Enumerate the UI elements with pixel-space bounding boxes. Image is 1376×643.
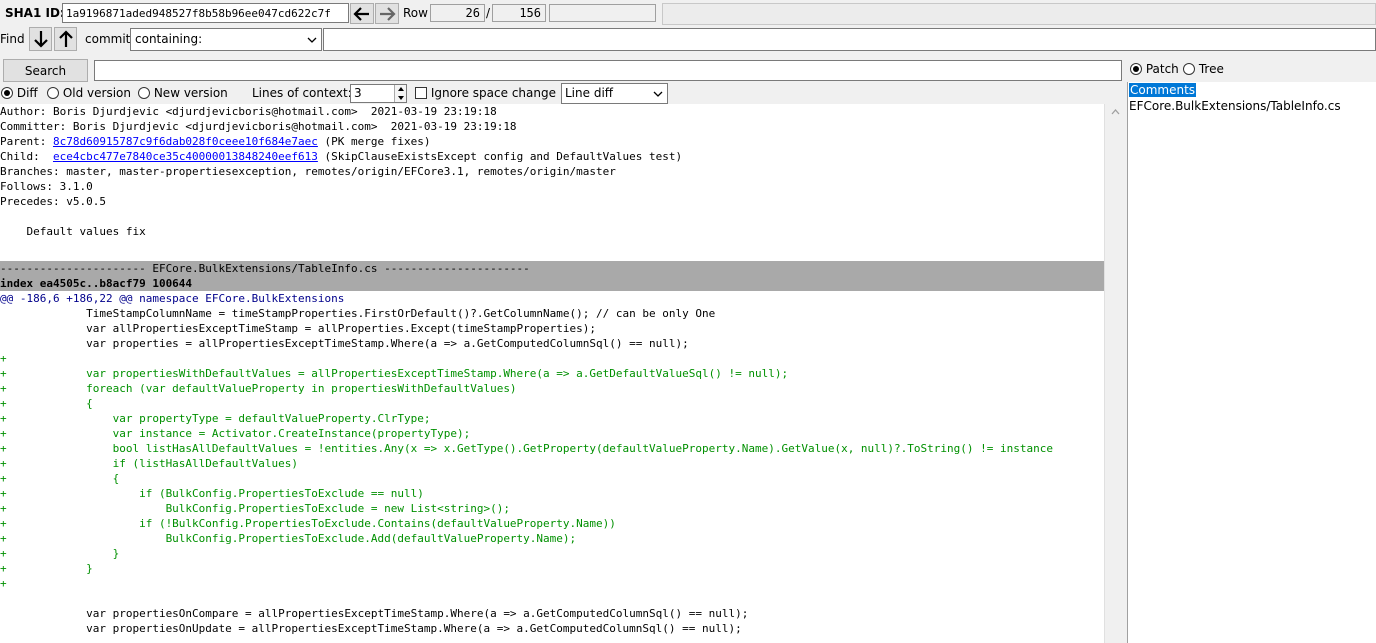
diff-line-added: + if (!BulkConfig.PropertiesToExclude.Co… bbox=[0, 517, 616, 530]
diff-line-context: var properties = allPropertiesExceptTime… bbox=[0, 337, 689, 350]
diff-line-context bbox=[0, 591, 1104, 606]
arrow-left-icon bbox=[353, 6, 369, 21]
file-list[interactable]: Comments EFCore.BulkExtensions/TableInfo… bbox=[1127, 82, 1376, 643]
diff-line-added: + BulkConfig.PropertiesToExclude.Add(def… bbox=[0, 532, 577, 545]
row-current: 26 bbox=[430, 4, 485, 22]
find-type-label: commit bbox=[85, 32, 131, 46]
ignore-space-label: Ignore space change bbox=[430, 86, 556, 100]
back-button[interactable] bbox=[350, 3, 374, 24]
sha1-label: SHA1 ID: bbox=[5, 6, 65, 20]
row-total: 156 bbox=[492, 4, 546, 22]
commit-follows: Follows: 3.1.0 bbox=[0, 180, 93, 193]
spin-buttons[interactable] bbox=[394, 85, 406, 102]
find-next-button[interactable] bbox=[29, 27, 52, 51]
diff-line-added: + } bbox=[0, 562, 93, 575]
top-filler bbox=[662, 3, 1376, 25]
commit-parent: Parent: 8c78d60915787c9f6dab028f0ceee10f… bbox=[0, 134, 1104, 149]
child-message: (SkipClauseExistsExcept config and Defau… bbox=[317, 150, 683, 163]
ignore-space-checkbox[interactable]: Ignore space change bbox=[415, 85, 556, 101]
diff-line-added: + { bbox=[0, 397, 93, 410]
arrow-right-icon bbox=[380, 6, 396, 21]
arrow-up-icon bbox=[58, 30, 73, 47]
diff-line-added: + bbox=[0, 577, 7, 590]
commit-branches: Branches: master, master-propertiesexcep… bbox=[0, 165, 616, 178]
diff-file-header: ---------------------- EFCore.BulkExtens… bbox=[0, 261, 1104, 276]
diff-line-added: + var propertyType = defaultValuePropert… bbox=[0, 412, 431, 425]
find-query-input[interactable] bbox=[323, 28, 1376, 51]
diff-line-added: + if (listHasAllDefaultValues) bbox=[0, 457, 299, 470]
ignore-space-check-indicator bbox=[415, 87, 427, 99]
diff-radio[interactable]: Diff bbox=[1, 85, 38, 101]
old-version-radio-label: Old version bbox=[62, 86, 131, 100]
diff-line-added: + bbox=[0, 352, 7, 365]
commit-committer: Committer: Boris Djurdjevic <djurdjevicb… bbox=[0, 120, 517, 133]
new-version-radio-label: New version bbox=[153, 86, 228, 100]
commit-author: Author: Boris Djurdjevic <djurdjevicbori… bbox=[0, 105, 497, 118]
forward-button[interactable] bbox=[375, 3, 399, 24]
diff-line-context: TimeStampColumnName = timeStampPropertie… bbox=[0, 307, 716, 320]
arrow-down-icon bbox=[33, 31, 48, 48]
diff-line-added: + { bbox=[0, 472, 120, 485]
spin-up-icon bbox=[398, 87, 404, 91]
tree-radio-label: Tree bbox=[1198, 62, 1224, 76]
diff-line-added: + bool listHasAllDefaultValues = !entiti… bbox=[0, 442, 1053, 455]
diff-pane[interactable]: Author: Boris Djurdjevic <djurdjevicbori… bbox=[0, 104, 1104, 643]
diff-line-added: + var instance = Activator.CreateInstanc… bbox=[0, 427, 471, 440]
diff-radio-indicator bbox=[1, 87, 13, 99]
spin-down-icon bbox=[398, 96, 404, 100]
parent-message: (PK merge fixes) bbox=[317, 135, 431, 148]
old-version-radio-indicator bbox=[47, 87, 59, 99]
parent-label: Parent: bbox=[0, 135, 53, 148]
chevron-down-icon bbox=[653, 91, 663, 97]
find-mode-select[interactable]: containing: bbox=[130, 28, 322, 51]
child-label: Child: bbox=[0, 150, 53, 163]
diff-line-added: + BulkConfig.PropertiesToExclude = new L… bbox=[0, 502, 510, 515]
progress-box bbox=[549, 4, 656, 22]
context-value: 3 bbox=[354, 86, 362, 100]
diff-line-added: + } bbox=[0, 547, 120, 560]
patch-radio[interactable]: Patch bbox=[1130, 61, 1179, 77]
context-label: Lines of context: bbox=[252, 86, 352, 100]
tree-radio-indicator bbox=[1183, 63, 1195, 75]
new-version-radio-indicator bbox=[138, 87, 150, 99]
patch-radio-indicator bbox=[1130, 63, 1142, 75]
chevron-down-icon bbox=[307, 37, 317, 43]
file-item-tableinfo[interactable]: EFCore.BulkExtensions/TableInfo.cs bbox=[1129, 98, 1341, 114]
old-version-radio[interactable]: Old version bbox=[47, 85, 131, 101]
row-separator: / bbox=[486, 6, 491, 20]
diff-file-header: index ea4505c..b8acf79 100644 bbox=[0, 276, 1104, 291]
commit-precedes: Precedes: v5.0.5 bbox=[0, 195, 106, 208]
diff-radio-label: Diff bbox=[16, 86, 38, 100]
search-input[interactable] bbox=[94, 60, 1122, 81]
new-version-radio[interactable]: New version bbox=[138, 85, 228, 101]
sha1-input[interactable] bbox=[62, 3, 349, 23]
diff-hunk-header: @@ -186,6 +186,22 @@ namespace EFCore.Bu… bbox=[0, 292, 345, 305]
tree-radio[interactable]: Tree bbox=[1183, 61, 1224, 77]
diff-line-added: + foreach (var defaultValueProperty in p… bbox=[0, 382, 517, 395]
commit-message: Default values fix bbox=[0, 225, 146, 238]
parent-hash-link[interactable]: 8c78d60915787c9f6dab028f0ceee10f684e7aec bbox=[53, 135, 318, 148]
find-prev-button[interactable] bbox=[54, 27, 77, 51]
diff-mode-value: Line diff bbox=[565, 86, 614, 100]
diff-line-context: var propertiesOnUpdate = allPropertiesEx… bbox=[0, 622, 742, 635]
diff-line-context: var allPropertiesExceptTimeStamp = allPr… bbox=[0, 322, 597, 335]
find-label: Find bbox=[0, 32, 25, 46]
diff-scrollbar[interactable] bbox=[1104, 104, 1126, 643]
child-hash-link[interactable]: ece4cbc477e7840ce35c40000013848240eef613 bbox=[53, 150, 318, 163]
commit-child: Child: ece4cbc477e7840ce35c4000001384824… bbox=[0, 149, 1104, 164]
context-spinbox[interactable]: 3 bbox=[350, 84, 407, 103]
find-mode-value: containing: bbox=[135, 32, 203, 46]
scroll-up-icon bbox=[1111, 109, 1120, 115]
patch-radio-label: Patch bbox=[1145, 62, 1179, 76]
diff-line-context: var propertiesOnCompare = allPropertiesE… bbox=[0, 607, 749, 620]
row-label: Row bbox=[403, 6, 428, 20]
diff-mode-select[interactable]: Line diff bbox=[561, 83, 668, 104]
diff-line-added: + if (BulkConfig.PropertiesToExclude == … bbox=[0, 487, 424, 500]
file-item-comments[interactable]: Comments bbox=[1129, 83, 1197, 97]
diff-lines: ---------------------- EFCore.BulkExtens… bbox=[0, 261, 1104, 636]
search-button[interactable]: Search bbox=[3, 59, 88, 82]
diff-line-added: + var propertiesWithDefaultValues = allP… bbox=[0, 367, 789, 380]
